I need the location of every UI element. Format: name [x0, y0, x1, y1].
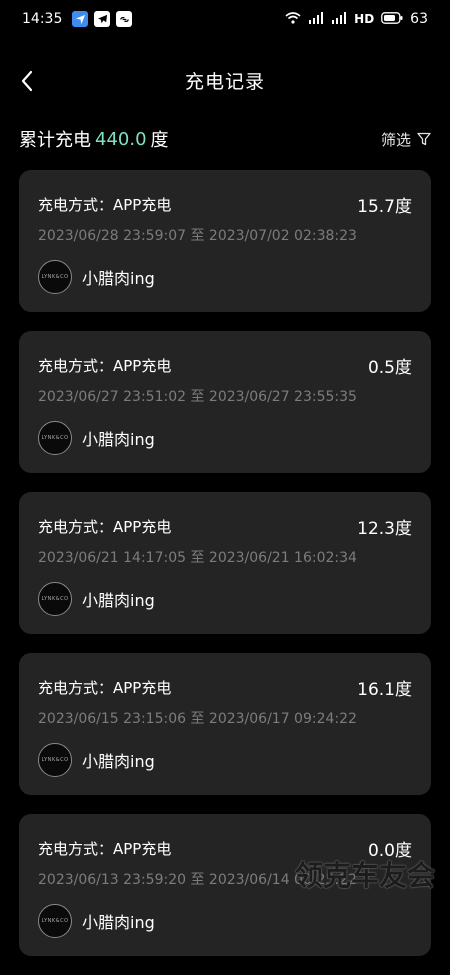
record-user: LYNK&CO 小腊肉ing	[38, 904, 155, 938]
charge-method: 充电方式：APP充电	[38, 840, 172, 858]
status-bar: 14:35 HD 63	[0, 0, 450, 38]
summary-unit: 度	[150, 130, 169, 151]
record-card[interactable]: 充电方式：APP充电 0.5度 2023/06/27 23:51:02 至 20…	[19, 331, 431, 473]
user-name: 小腊肉ing	[82, 430, 155, 449]
record-user: LYNK&CO 小腊肉ing	[38, 582, 155, 616]
record-user: LYNK&CO 小腊肉ing	[38, 260, 155, 294]
charge-amount: 16.1度	[357, 680, 412, 700]
battery-level: 63	[410, 11, 428, 27]
avatar-text: LYNK&CO	[41, 435, 69, 441]
summary-label: 累计充电	[19, 130, 91, 151]
charge-amount: 0.0度	[367, 841, 412, 861]
avatar-text: LYNK&CO	[41, 918, 69, 924]
summary-value: 440.0	[95, 128, 147, 150]
status-left: 14:35	[22, 11, 133, 27]
back-button[interactable]	[14, 67, 42, 95]
avatar-text: LYNK&CO	[41, 596, 69, 602]
status-right: HD 63	[285, 11, 428, 27]
user-name: 小腊肉ing	[82, 752, 155, 771]
hd-indicator: HD	[354, 12, 375, 26]
charge-time-range: 2023/06/13 23:59:20 至 2023/06/14 00:25:2…	[38, 872, 357, 888]
avatar: LYNK&CO	[38, 904, 72, 938]
user-name: 小腊肉ing	[82, 913, 155, 932]
record-card[interactable]: 充电方式：APP充电 0.0度 2023/06/13 23:59:20 至 20…	[19, 814, 431, 956]
signal-icon-sim2	[331, 11, 347, 27]
charge-method: 充电方式：APP充电	[38, 518, 172, 536]
charge-method: 充电方式：APP充电	[38, 196, 172, 214]
charge-amount: 0.5度	[367, 358, 412, 378]
record-list: 充电方式：APP充电 15.7度 2023/06/28 23:59:07 至 2…	[19, 170, 431, 975]
avatar-text: LYNK&CO	[41, 274, 69, 280]
battery-icon	[381, 11, 403, 27]
charge-time-range: 2023/06/27 23:51:02 至 2023/06/27 23:55:3…	[38, 389, 357, 405]
charge-summary: 累计充电 440.0 度 筛选	[19, 124, 431, 154]
chevron-left-icon	[21, 70, 33, 92]
charge-amount: 12.3度	[357, 519, 412, 539]
avatar: LYNK&CO	[38, 421, 72, 455]
link-icon	[116, 11, 133, 27]
charge-amount: 15.7度	[357, 197, 412, 217]
avatar: LYNK&CO	[38, 582, 72, 616]
avatar: LYNK&CO	[38, 260, 72, 294]
funnel-icon	[417, 132, 431, 146]
charge-method: 充电方式：APP充电	[38, 357, 172, 375]
wifi-icon	[285, 11, 301, 27]
user-name: 小腊肉ing	[82, 269, 155, 288]
charge-time-range: 2023/06/21 14:17:05 至 2023/06/21 16:02:3…	[38, 550, 357, 566]
telegram-icon	[94, 11, 111, 27]
record-card[interactable]: 充电方式：APP充电 16.1度 2023/06/15 23:15:06 至 2…	[19, 653, 431, 795]
charge-time-range: 2023/06/28 23:59:07 至 2023/07/02 02:38:2…	[38, 228, 357, 244]
status-time: 14:35	[22, 11, 63, 27]
avatar: LYNK&CO	[38, 743, 72, 777]
charge-method: 充电方式：APP充电	[38, 679, 172, 697]
page-title: 充电记录	[184, 70, 265, 93]
user-name: 小腊肉ing	[82, 591, 155, 610]
avatar-text: LYNK&CO	[41, 757, 69, 763]
filter-label: 筛选	[380, 130, 411, 149]
navigation-icon	[72, 11, 89, 27]
signal-icon-sim1	[308, 11, 324, 27]
charge-time-range: 2023/06/15 23:15:06 至 2023/06/17 09:24:2…	[38, 711, 357, 727]
record-card[interactable]: 充电方式：APP充电 12.3度 2023/06/21 14:17:05 至 2…	[19, 492, 431, 634]
record-user: LYNK&CO 小腊肉ing	[38, 421, 155, 455]
filter-button[interactable]: 筛选	[381, 129, 431, 150]
record-user: LYNK&CO 小腊肉ing	[38, 743, 155, 777]
top-bar: 充电记录	[0, 55, 450, 105]
record-card[interactable]: 充电方式：APP充电 15.7度 2023/06/28 23:59:07 至 2…	[19, 170, 431, 312]
